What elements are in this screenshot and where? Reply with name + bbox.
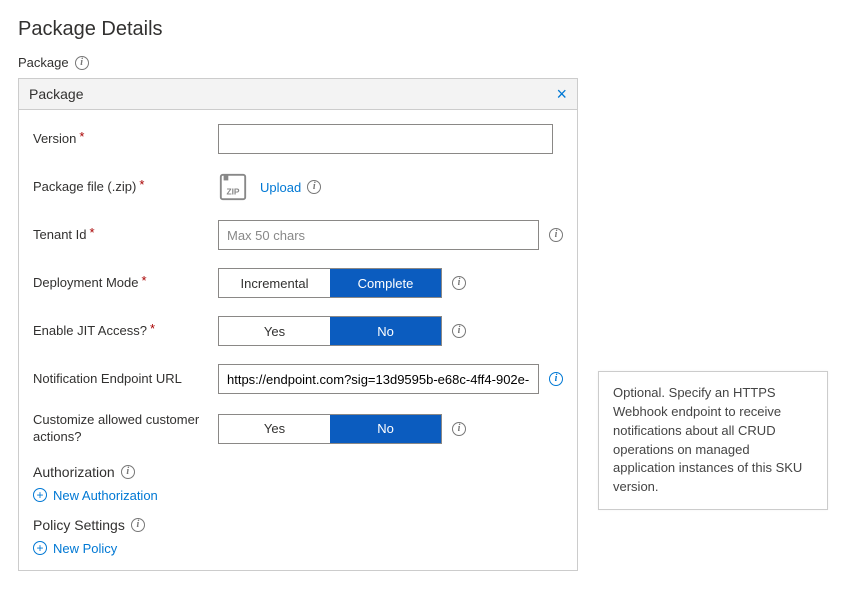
version-label: Version bbox=[33, 131, 76, 146]
enable-jit-toggle: Yes No bbox=[218, 316, 442, 346]
jit-no-button[interactable]: No bbox=[330, 317, 441, 345]
new-authorization-label: New Authorization bbox=[53, 488, 158, 503]
policy-heading: Policy Settings bbox=[33, 517, 125, 533]
info-tooltip: Optional. Specify an HTTPS Webhook endpo… bbox=[598, 371, 828, 510]
package-file-label: Package file (.zip) bbox=[33, 179, 136, 194]
info-icon[interactable]: i bbox=[121, 465, 135, 479]
customize-actions-label: Customize allowed customer actions? bbox=[33, 412, 199, 444]
required-mark: * bbox=[142, 273, 147, 288]
required-mark: * bbox=[90, 225, 95, 240]
section-label: Package bbox=[18, 55, 69, 70]
svg-text:ZIP: ZIP bbox=[226, 187, 239, 197]
new-policy-label: New Policy bbox=[53, 541, 117, 556]
info-icon[interactable]: i bbox=[452, 422, 466, 436]
page-title: Package Details bbox=[18, 18, 828, 41]
info-icon[interactable]: i bbox=[452, 276, 466, 290]
close-icon[interactable]: × bbox=[556, 85, 567, 103]
required-mark: * bbox=[150, 321, 155, 336]
customize-no-button[interactable]: No bbox=[330, 415, 441, 443]
required-mark: * bbox=[139, 177, 144, 192]
info-icon[interactable]: i bbox=[549, 228, 563, 242]
customize-actions-toggle: Yes No bbox=[218, 414, 442, 444]
version-input[interactable] bbox=[218, 124, 553, 154]
zip-icon: ZIP bbox=[218, 172, 248, 202]
info-icon[interactable]: i bbox=[307, 180, 321, 194]
deployment-mode-label: Deployment Mode bbox=[33, 275, 139, 290]
tenant-id-label: Tenant Id bbox=[33, 227, 87, 242]
info-icon[interactable]: i bbox=[131, 518, 145, 532]
info-icon[interactable]: i bbox=[549, 372, 563, 386]
plus-icon: + bbox=[33, 541, 47, 555]
tenant-id-input[interactable] bbox=[218, 220, 539, 250]
notification-url-input[interactable] bbox=[218, 364, 539, 394]
upload-button[interactable]: Upload bbox=[260, 180, 301, 195]
deployment-incremental-button[interactable]: Incremental bbox=[219, 269, 330, 297]
panel-title: Package bbox=[29, 86, 83, 102]
package-panel: Package × Version* Package file (.zip)* bbox=[18, 78, 578, 571]
required-mark: * bbox=[79, 129, 84, 144]
deployment-complete-button[interactable]: Complete bbox=[330, 269, 441, 297]
notification-url-label: Notification Endpoint URL bbox=[33, 371, 182, 386]
enable-jit-label: Enable JIT Access? bbox=[33, 323, 147, 338]
new-authorization-button[interactable]: + New Authorization bbox=[33, 488, 563, 503]
deployment-mode-toggle: Incremental Complete bbox=[218, 268, 442, 298]
info-icon[interactable]: i bbox=[452, 324, 466, 338]
new-policy-button[interactable]: + New Policy bbox=[33, 541, 563, 556]
info-icon[interactable]: i bbox=[75, 56, 89, 70]
plus-icon: + bbox=[33, 488, 47, 502]
jit-yes-button[interactable]: Yes bbox=[219, 317, 330, 345]
authorization-heading: Authorization bbox=[33, 464, 115, 480]
customize-yes-button[interactable]: Yes bbox=[219, 415, 330, 443]
